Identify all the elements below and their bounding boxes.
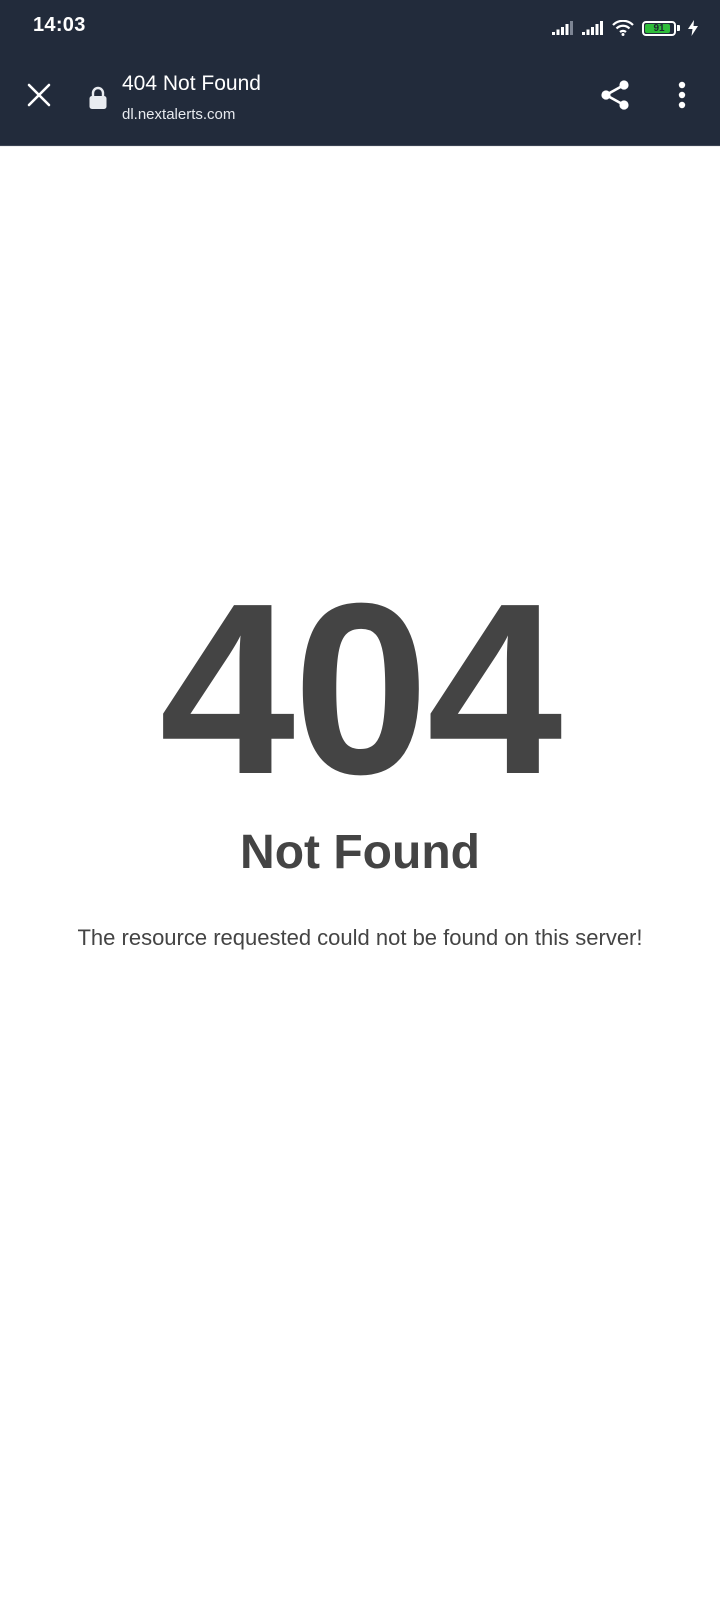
status-bar: 14:03 91 — [0, 0, 720, 56]
more-vertical-icon — [678, 81, 686, 114]
close-button[interactable] — [14, 72, 64, 122]
phone-screen: 14:03 91 404 Not Found dl.nextalerts.com… — [0, 0, 720, 1600]
share-icon — [599, 79, 631, 116]
status-time: 14:03 — [33, 14, 86, 36]
battery-tip — [677, 25, 680, 31]
status-icons: 91 — [552, 16, 698, 40]
page-title: 404 Not Found — [122, 72, 261, 95]
battery-icon: 91 — [642, 20, 680, 36]
signal-bars-icon — [552, 21, 574, 35]
battery-level: 91 — [653, 22, 665, 34]
more-options-button[interactable] — [660, 72, 704, 122]
error-code: 404 — [159, 552, 562, 825]
error-heading: Not Found — [240, 826, 480, 879]
page-url[interactable]: dl.nextalerts.com — [122, 106, 235, 123]
share-button[interactable] — [590, 72, 640, 122]
browser-toolbar: 404 Not Found dl.nextalerts.com — [0, 56, 720, 146]
error-message: The resource requested could not be foun… — [77, 925, 643, 950]
battery-body: 91 — [642, 20, 676, 36]
close-icon — [27, 83, 51, 112]
lock-icon — [88, 86, 110, 110]
charging-bolt-icon — [688, 20, 698, 36]
page-content: 404 Not Found The resource requested cou… — [0, 146, 720, 1600]
signal-bars-icon — [582, 21, 604, 35]
wifi-icon — [612, 20, 634, 36]
